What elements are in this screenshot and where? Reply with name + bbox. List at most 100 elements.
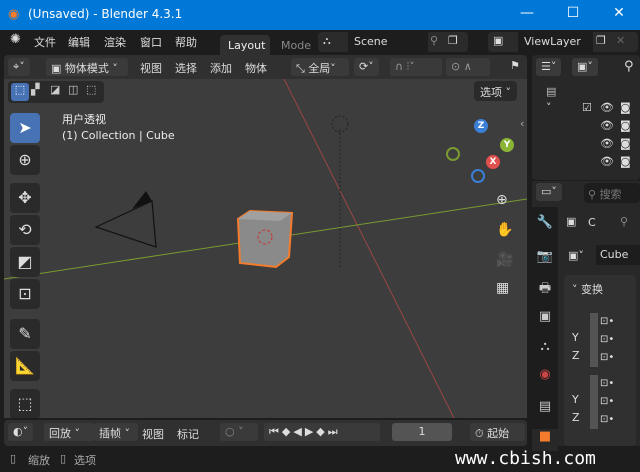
view-layer-name[interactable]: ViewLayer [518,32,593,52]
rotation-fields[interactable] [590,375,598,429]
output-tab-icon[interactable]: 🖶 [532,279,558,301]
menu-select[interactable]: 选择 [175,60,197,76]
menu-marker[interactable]: 标记 [177,426,199,442]
close-button[interactable]: ✕ [604,5,634,21]
camera-object[interactable] [94,200,157,248]
menu-window[interactable]: 窗口 [140,34,162,50]
object-name-field[interactable]: Cube [596,245,640,265]
transform-panel-header[interactable]: ˅ 变换 [572,281,603,297]
location-lock-icons[interactable]: ⊡• ⊡• ⊡• [600,313,614,367]
transform-orientation-dropdown[interactable]: ⤡ 全局˅ [291,58,349,76]
outliner-row-cube[interactable]: 👁 ◙ [546,137,640,155]
render-camera-icon[interactable]: ◙ [620,137,631,150]
start-frame-field[interactable]: ⏱ 起始 [470,423,525,441]
eye-icon[interactable]: 👁 [600,137,614,150]
menu-render[interactable]: 渲染 [104,34,126,50]
render-tab-icon[interactable]: 📷 [532,249,558,271]
include-checkbox[interactable]: ☑ [582,101,592,114]
object-data-dropdown[interactable]: ▣˅ [566,247,586,264]
properties-search[interactable]: ⚲ 搜索 [584,183,640,203]
current-frame-field[interactable]: 1 [392,423,452,441]
cube-object[interactable] [236,209,294,269]
z-axis-icon[interactable]: Z [474,119,488,133]
options-dropdown[interactable]: 选项 ˅ [474,81,517,101]
render-camera-icon[interactable]: ◙ [620,101,631,114]
view-layer-selector[interactable]: ▣ ViewLayer ❐ ✕ [488,32,638,52]
eye-icon[interactable]: 👁 [600,101,614,114]
tab-layout[interactable]: Layout [220,35,270,55]
select-tool-icon[interactable]: ➤ [10,113,40,143]
add-cube-tool-icon[interactable]: ⬚ [10,389,40,418]
neg-z-axis-icon[interactable] [471,169,485,183]
menu-help[interactable]: 帮助 [175,34,197,50]
editor-type-button[interactable]: ⌖˅ [8,58,30,76]
scene-tab-icon[interactable]: ⛬ [532,339,558,361]
scale-tool-icon[interactable]: ◩ [10,247,40,277]
expand-chevron-icon[interactable]: ˅ [546,101,552,114]
menu-view[interactable]: 视图 [140,60,162,76]
perspective-toggle-icon[interactable]: ▦ [496,280,509,296]
outliner-row-collection[interactable]: ˅ ☑ 👁 ◙ [546,101,640,119]
pivot-dropdown[interactable]: ⟳˅ [354,58,379,76]
transform-tool-icon[interactable]: ⊡ [10,279,40,309]
y-axis-icon[interactable]: Y [500,138,514,152]
eye-icon[interactable]: 👁 [600,155,614,168]
rotation-lock-icons[interactable]: ⊡• ⊡• ⊡• [600,375,614,429]
tool-tab-icon[interactable]: 🔧 [532,215,558,237]
rotate-tool-icon[interactable]: ⟲ [10,215,40,245]
playback-controls[interactable]: ⏮◆◀▶◆⏭ [264,423,380,441]
eye-icon[interactable]: 👁 [600,119,614,132]
sidebar-toggle-icon[interactable]: ‹ [520,117,524,130]
scene-collection-icon[interactable]: ▤ [546,85,556,98]
new-view-layer-icon[interactable]: ❐ [596,34,606,47]
select-invert-button[interactable]: ◫ [68,83,78,96]
outliner-row-light[interactable]: 👁 ◙ [546,155,640,173]
blender-menu-icon[interactable]: ✺ [10,32,21,47]
outliner-filter[interactable]: ▣˅ [572,58,598,76]
outliner-row-camera[interactable]: 👁 ◙ [546,119,640,137]
visibility-icon[interactable]: ⚑ [510,59,520,72]
menu-object[interactable]: 物体 [245,60,267,76]
auto-keying-toggle[interactable]: ○ ˅ [220,423,258,441]
minimize-button[interactable]: — [512,5,542,21]
timeline-editor-type[interactable]: ◐˅ [8,423,34,441]
select-subtract-button[interactable]: ◪ [50,83,60,96]
mode-dropdown[interactable]: ▣ 物体模式 ˅ [46,58,128,76]
view-layer-tab-icon[interactable]: ▣ [532,309,558,331]
menu-edit[interactable]: 编辑 [68,34,90,50]
pan-hand-icon[interactable]: ✋ [496,222,513,238]
properties-editor-type[interactable]: ▭˅ [536,183,562,201]
render-camera-icon[interactable]: ◙ [620,119,631,132]
location-fields[interactable] [590,313,598,367]
outliner-search-icon[interactable]: ⚲ [624,59,634,74]
scene-name[interactable]: Scene [348,32,428,52]
tab-mode[interactable]: Mode [281,39,311,52]
cursor-tool-icon[interactable]: ⊕ [10,145,40,175]
menu-file[interactable]: 文件 [34,34,56,50]
render-camera-icon[interactable]: ◙ [620,155,631,168]
collection-tab-icon[interactable]: ▤ [532,399,558,421]
object-tab-icon[interactable]: ■ [532,429,558,451]
scene-selector[interactable]: ⛬ Scene ⚲ ❐ [318,32,468,52]
remove-view-layer-icon[interactable]: ✕ [616,34,625,47]
new-scene-icon[interactable]: ❐ [448,34,458,47]
x-axis-icon[interactable]: X [486,155,500,169]
measure-tool-icon[interactable]: 📐 [10,351,40,381]
neg-y-axis-icon[interactable] [446,147,460,161]
camera-view-icon[interactable]: 🎥 [496,252,513,268]
world-tab-icon[interactable]: ◉ [532,367,558,389]
pin-icon[interactable]: ⚲ [430,34,438,47]
move-tool-icon[interactable]: ✥ [10,183,40,213]
select-extend-button[interactable]: ▞ [31,83,39,96]
proportional-edit-toggle[interactable]: ⊙ ∧ [446,58,490,76]
outliner-display-mode[interactable]: ☰˅ [536,58,562,76]
menu-playback[interactable]: 回放 ˅ [44,423,94,441]
snap-toggle[interactable]: ∩ ⫶˅ [390,58,442,76]
maximize-button[interactable]: ☐ [558,5,588,21]
3d-viewport[interactable]: ⬚ ▞ ◪ ◫ ⬚ 选项 ˅ 用户透视 (1) Collection | Cub… [4,79,527,418]
menu-add[interactable]: 添加 [210,60,232,76]
menu-timeline-view[interactable]: 视图 [142,426,164,442]
pin-icon[interactable]: ⚲ [620,215,628,228]
navigation-gizmo[interactable]: Z Y X [444,117,516,187]
zoom-icon[interactable]: ⊕ [496,192,508,208]
